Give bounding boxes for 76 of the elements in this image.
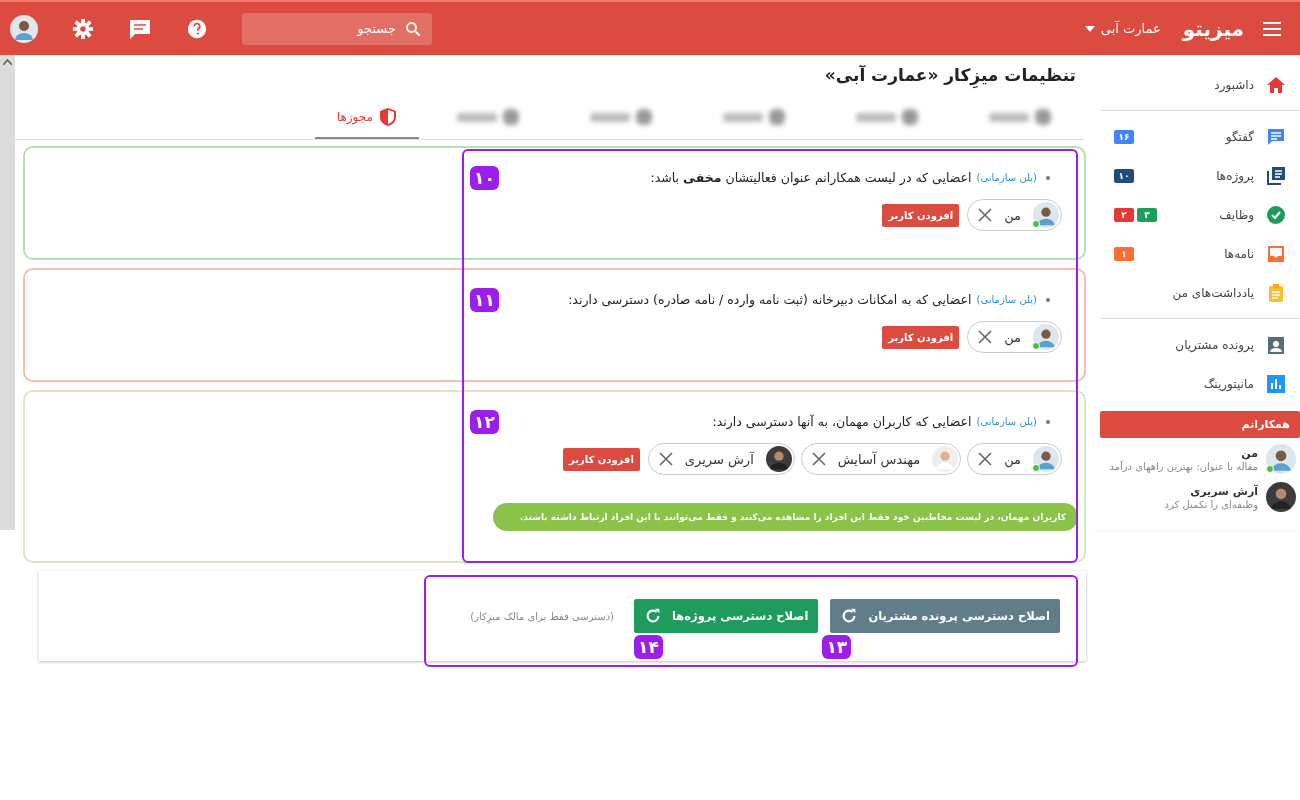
sidebar-item[interactable]: پروژه‌ها ۱۰ [1100, 156, 1300, 195]
fix-access-button[interactable]: اصلاح دسترسی پروژه‌ها [634, 599, 819, 633]
sidebar-label: پرونده مشتریان [1175, 337, 1254, 352]
count-badge: ۱۰ [1114, 168, 1134, 183]
close-icon[interactable] [658, 452, 673, 466]
count-badge: ۱۶ [1114, 129, 1134, 144]
menu-icon[interactable] [1262, 20, 1282, 37]
count-badge: ۳ [1137, 207, 1157, 222]
permissions-tab[interactable]: مجوزها [314, 97, 419, 139]
setting-description: اعضایی که کاربران مهمان، به آنها دسترسی دارند: [712, 414, 972, 429]
chat-icon [1266, 126, 1286, 147]
sidebar-label: مانیتورینگ [1203, 376, 1254, 391]
sidebar-label: داشبورد [1214, 77, 1254, 92]
sidebar-item[interactable]: پرونده مشتریان [1100, 325, 1300, 364]
colleague-status: وظیفه‌ای را تکمیل کرد [1164, 498, 1258, 510]
add-user-button[interactable]: افزودن کاربر [562, 447, 640, 471]
annotation-badge: ۱۲ [470, 410, 499, 434]
refresh-icon [644, 607, 662, 625]
close-icon[interactable] [978, 452, 993, 466]
annotation-badge: ۱۴ [634, 635, 663, 659]
home-icon [1266, 74, 1286, 95]
workspace-dropdown[interactable]: عمارت آبی [1084, 21, 1161, 36]
colleague-status: مقاله با عنوان: بهترین راههای درآمد [1109, 460, 1258, 472]
app-logo: میزیتو [1182, 16, 1244, 41]
bullet-icon [1046, 419, 1050, 424]
setting-description: اعضایی که در لیست همکارانم عنوان فعالیتشان مخفی باشد: [650, 170, 972, 185]
colleagues-header: همکارانم [1100, 411, 1300, 438]
sidebar-label: وظایف [1219, 207, 1254, 222]
count-badge: ۱ [1114, 246, 1134, 261]
annotation-badge: ۱۰ [470, 166, 499, 190]
setting-description: اعضایی که به امکانات دبیرخانه (ثبت نامه وارده / نامه صادره) دسترسی دارند: [568, 292, 972, 307]
close-icon[interactable] [978, 208, 993, 222]
add-user-button[interactable]: افزودن کاربر [882, 203, 960, 227]
plan-label: (پلن سازمانی) [976, 416, 1037, 427]
chat-icon[interactable] [128, 17, 152, 40]
search-icon [404, 19, 422, 38]
sidebar-item[interactable]: داشبورد [1100, 65, 1300, 104]
settings-icon[interactable] [72, 17, 94, 40]
sidebar-item[interactable]: نامه‌ها ۱ [1100, 234, 1300, 273]
bullet-icon [1046, 297, 1050, 302]
sidebar-item[interactable]: یادداشت‌های من [1100, 273, 1300, 312]
fix-access-button[interactable]: اصلاح دسترسی پرونده مشتریان [830, 599, 1060, 633]
tasks-icon [1266, 204, 1286, 225]
sidebar-item[interactable]: مانیتورینگ [1100, 364, 1300, 403]
colleague-avatar[interactable] [1266, 444, 1296, 474]
close-icon[interactable] [811, 452, 826, 466]
monitor-icon [1266, 373, 1286, 394]
sidebar-label: نامه‌ها [1224, 246, 1254, 261]
mail-icon [1266, 243, 1286, 264]
notes-icon [1266, 282, 1286, 303]
colleague-avatar[interactable] [1266, 482, 1296, 512]
count-badge: ۲ [1114, 207, 1134, 222]
contacts-icon [1266, 334, 1286, 355]
info-banner: کاربران مهمان، در لیست مخاطبین خود فقط این افراد را مشاهده می‌کنند و فقط می‌توانند با این افراد ارتباط داشته باشند. [493, 503, 1078, 531]
caret-icon [1084, 25, 1095, 32]
add-user-button[interactable]: افزودن کاربر [882, 325, 960, 349]
annotation-badge: ۱۱ [470, 288, 499, 312]
sidebar-item[interactable]: گفتگو ۱۶ [1100, 117, 1300, 156]
sidebar-label: پروژه‌ها [1216, 168, 1254, 183]
scroll-up-icon[interactable] [3, 59, 12, 65]
plan-label: (پلن سازمانی) [976, 294, 1037, 305]
help-icon[interactable] [186, 17, 208, 40]
sidebar-item[interactable]: وظایف ۳ ۲ [1100, 195, 1300, 234]
close-icon[interactable] [978, 330, 993, 344]
shield-icon [379, 107, 397, 127]
annotation-badge: ۱۳ [822, 635, 852, 659]
sidebar-label: گفتگو [1225, 129, 1254, 144]
bullet-icon [1046, 175, 1050, 180]
colleague-name: آرش سریری [1189, 484, 1258, 498]
plan-label: (پلن سازمانی) [976, 172, 1037, 183]
sidebar-label: یادداشت‌های من [1172, 285, 1254, 300]
user-avatar[interactable] [10, 14, 38, 43]
scrollbar[interactable] [0, 55, 15, 530]
colleague-name: من [1240, 446, 1258, 460]
owner-only-note: (دسترسی فقط برای مالک میزِکار) [470, 610, 614, 622]
projects-icon [1266, 165, 1286, 186]
